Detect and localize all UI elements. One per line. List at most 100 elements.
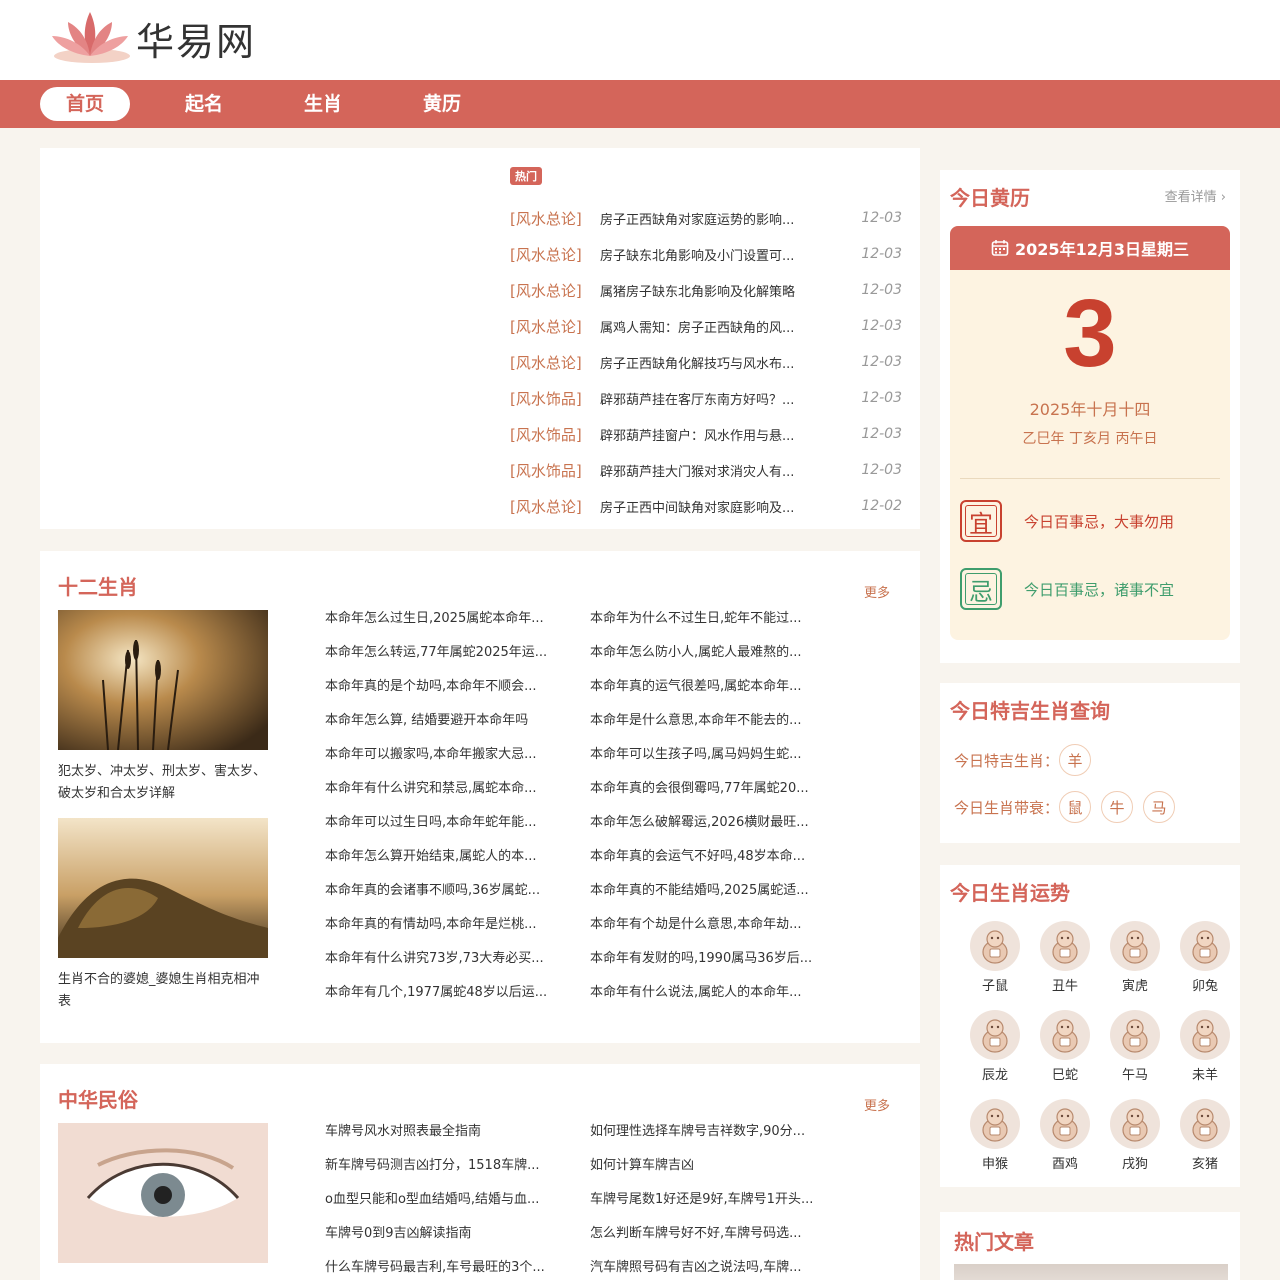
article-link[interactable]: 本命年怎么转运,77年属蛇2025年运... <box>325 636 563 670</box>
article-link[interactable]: 本命年怎么算开始结束,属蛇人的本... <box>325 840 563 874</box>
site-logo[interactable]: 华易网 <box>48 8 256 68</box>
zodiac-fortune-item[interactable]: 丑牛 <box>1030 921 1100 1010</box>
hot-news-list: [风水总论] 房子正西缺角对家庭运势的影响... 12-03 [风水总论] 房子缺东北角… <box>510 200 902 524</box>
thumb-image-island[interactable] <box>58 818 268 958</box>
article-link[interactable]: 本命年为什么不过生日,蛇年不能过... <box>590 602 828 636</box>
news-title-link[interactable]: 属猪房子缺东北角影响及化解策略 <box>600 281 812 300</box>
article-link[interactable]: 本命年可以搬家吗,本命年搬家大忌... <box>325 738 563 772</box>
article-link[interactable]: 怎么判断车牌号好不好,车牌号码选... <box>590 1217 828 1251</box>
zodiac-fortune-item[interactable]: 未羊 <box>1170 1010 1240 1099</box>
zodiac-fortune-item[interactable]: 亥猪 <box>1170 1099 1240 1188</box>
article-link[interactable]: 本命年怎么防小人,属蛇人最难熬的... <box>590 636 828 670</box>
article-link[interactable]: 本命年真的有情劫吗,本命年是烂桃... <box>325 908 563 942</box>
news-title-link[interactable]: 房子正西中间缺角对家庭影响及... <box>600 497 812 516</box>
zodiac-fortune-item[interactable]: 巳蛇 <box>1030 1010 1100 1099</box>
article-link[interactable]: 本命年有个劫是什么意思,本命年劫... <box>590 908 828 942</box>
article-link[interactable]: 本命年真的会很倒霉吗,77年属蛇20... <box>590 772 828 806</box>
article-link[interactable]: 本命年有什么讲究73岁,73大寿必买... <box>325 942 563 976</box>
news-category-link[interactable]: [风水总论] <box>510 280 600 301</box>
article-link[interactable]: 本命年真的会运气不好吗,48岁本命... <box>590 840 828 874</box>
news-category-link[interactable]: [风水总论] <box>510 208 600 229</box>
zodiac-fortune-item[interactable]: 午马 <box>1100 1010 1170 1099</box>
news-title-link[interactable]: 房子缺东北角影响及小门设置可... <box>600 245 812 264</box>
zodiac-name: 巳蛇 <box>1051 1068 1078 1083</box>
article-link[interactable]: 本命年有几个,1977属蛇48岁以后运... <box>325 976 563 1010</box>
article-link[interactable]: 本命年可以过生日吗,本命年蛇年能... <box>325 806 563 840</box>
news-title-link[interactable]: 辟邪葫芦挂在客厅东南方好吗？... <box>600 389 812 408</box>
thumb-image-grass[interactable] <box>58 610 268 750</box>
section-title: 十二生肖 <box>58 575 138 599</box>
article-link[interactable]: 本命年真的是个劫吗,本命年不顺会... <box>325 670 563 704</box>
nav-home[interactable]: 首页 <box>40 87 131 121</box>
zodiac-fortune-item[interactable]: 申猴 <box>960 1099 1030 1188</box>
zodiac-fortune-item[interactable]: 子鼠 <box>960 921 1030 1010</box>
more-link[interactable]: 更多 <box>864 1095 890 1114</box>
news-category-link[interactable]: [风水总论] <box>510 316 600 337</box>
article-link[interactable]: 本命年怎么算, 结婚要避开本命年吗 <box>325 704 563 738</box>
best-zodiac-badge[interactable]: 羊 <box>1059 744 1092 776</box>
hot-news-item[interactable]: [风水总论] 属鸡人需知：房子正西缺角的风... 12-03 <box>510 308 902 344</box>
zodiac-name: 申猴 <box>981 1157 1008 1172</box>
article-link[interactable]: 什么车牌号码最吉利,车号最旺的3个... <box>325 1251 563 1280</box>
article-link[interactable]: 如何理性选择车牌号吉祥数字,90分... <box>590 1115 828 1149</box>
hot-news-item[interactable]: [风水总论] 房子正西缺角对家庭运势的影响... 12-03 <box>510 200 902 236</box>
hot-news-item[interactable]: [风水饰品] 辟邪葫芦挂窗户：风水作用与悬... 12-03 <box>510 416 902 452</box>
article-column: 车牌号风水对照表最全指南 新车牌号码测吉凶打分，1518车牌... o血型只能和o型… <box>325 1115 563 1280</box>
zodiac-name: 亥猪 <box>1191 1157 1218 1172</box>
news-category-link[interactable]: [风水总论] <box>510 496 600 517</box>
hot-news-item[interactable]: [风水总论] 属猪房子缺东北角影响及化解策略 12-03 <box>510 272 902 308</box>
bad-zodiac-badge[interactable]: 马 <box>1143 791 1176 823</box>
article-link[interactable]: 本命年是什么意思,本命年不能去的... <box>590 704 828 738</box>
more-link[interactable]: 更多 <box>864 582 890 601</box>
tiger-icon <box>1110 921 1160 971</box>
news-title-link[interactable]: 辟邪葫芦挂大门猴对求消灾人有... <box>600 461 812 480</box>
yi-badge-icon: 宜 <box>960 500 1002 542</box>
nav-zodiac[interactable]: 生肖 <box>278 87 368 121</box>
news-category-link[interactable]: [风水饰品] <box>510 460 600 481</box>
hot-news-item[interactable]: [风水饰品] 辟邪葫芦挂大门猴对求消灾人有... 12-03 <box>510 452 902 488</box>
view-details-link[interactable]: 查看详情 › <box>1165 186 1226 205</box>
news-title-link[interactable]: 辟邪葫芦挂窗户：风水作用与悬... <box>600 425 812 444</box>
news-category-link[interactable]: [风水总论] <box>510 244 600 265</box>
zodiac-fortune-item[interactable]: 卯兔 <box>1170 921 1240 1010</box>
article-link[interactable]: 本命年真的不能结婚吗,2025属蛇适... <box>590 874 828 908</box>
article-link[interactable]: 本命年怎么过生日,2025属蛇本命年... <box>325 602 563 636</box>
article-link[interactable]: 本命年有什么说法,属蛇人的本命年... <box>590 976 828 1010</box>
news-category-link[interactable]: [风水饰品] <box>510 424 600 445</box>
article-link[interactable]: 本命年真的会诸事不顺吗,36岁属蛇... <box>325 874 563 908</box>
article-link[interactable]: 如何计算车牌吉凶 <box>590 1149 828 1183</box>
bad-zodiac-badge[interactable]: 鼠 <box>1059 791 1092 823</box>
article-thumb-image[interactable] <box>954 1264 1228 1280</box>
article-link[interactable]: 新车牌号码测吉凶打分，1518车牌... <box>325 1149 563 1183</box>
hot-news-item[interactable]: [风水总论] 房子正西中间缺角对家庭影响及... 12-02 <box>510 488 902 524</box>
zodiac-fortune-item[interactable]: 寅虎 <box>1100 921 1170 1010</box>
news-category-link[interactable]: [风水饰品] <box>510 388 600 409</box>
thumb-caption[interactable]: 犯太岁、冲太岁、刑太岁、害太岁、破太岁和合太岁详解 <box>58 761 268 805</box>
article-link[interactable]: 汽车牌照号码有吉凶之说法吗,车牌... <box>590 1251 828 1280</box>
article-link[interactable]: 车牌号0到9吉凶解读指南 <box>325 1217 563 1251</box>
news-title-link[interactable]: 房子正西缺角化解技巧与风水布... <box>600 353 812 372</box>
hot-news-item[interactable]: [风水总论] 房子正西缺角化解技巧与风水布... 12-03 <box>510 344 902 380</box>
zodiac-fortune-item[interactable]: 辰龙 <box>960 1010 1030 1099</box>
article-link[interactable]: 车牌号风水对照表最全指南 <box>325 1115 563 1149</box>
article-link[interactable]: 本命年可以生孩子吗,属马妈妈生蛇... <box>590 738 828 772</box>
article-link[interactable]: 本命年真的运气很差吗,属蛇本命年... <box>590 670 828 704</box>
zodiac-fortune-item[interactable]: 戌狗 <box>1100 1099 1170 1188</box>
bad-zodiac-badge[interactable]: 牛 <box>1101 791 1134 823</box>
news-title-link[interactable]: 房子正西缺角对家庭运势的影响... <box>600 209 812 228</box>
thumb-image-eye[interactable] <box>58 1123 268 1263</box>
news-title-link[interactable]: 属鸡人需知：房子正西缺角的风... <box>600 317 812 336</box>
hot-news-item[interactable]: [风水总论] 房子缺东北角影响及小门设置可... 12-03 <box>510 236 902 272</box>
zodiac-fortune-item[interactable]: 酉鸡 <box>1030 1099 1100 1188</box>
article-link[interactable]: 本命年怎么破解霉运,2026横财最旺... <box>590 806 828 840</box>
nav-naming[interactable]: 起名 <box>159 87 249 121</box>
news-category-link[interactable]: [风水总论] <box>510 352 600 373</box>
article-link[interactable]: 本命年有什么讲究和禁忌,属蛇本命... <box>325 772 563 806</box>
article-link[interactable]: 车牌号尾数1好还是9好,车牌号1开头... <box>590 1183 828 1217</box>
hot-news-item[interactable]: [风水饰品] 辟邪葫芦挂在客厅东南方好吗？... 12-03 <box>510 380 902 416</box>
nav-almanac[interactable]: 黄历 <box>397 87 487 121</box>
article-link[interactable]: o血型只能和o型血结婚吗,结婚与血... <box>325 1183 563 1217</box>
article-link[interactable]: 本命年有发财的吗,1990属马36岁后... <box>590 942 828 976</box>
dog-icon <box>1110 1099 1160 1149</box>
thumb-caption[interactable]: 生肖不合的婆媳_婆媳生肖相克相冲表 <box>58 969 268 1013</box>
